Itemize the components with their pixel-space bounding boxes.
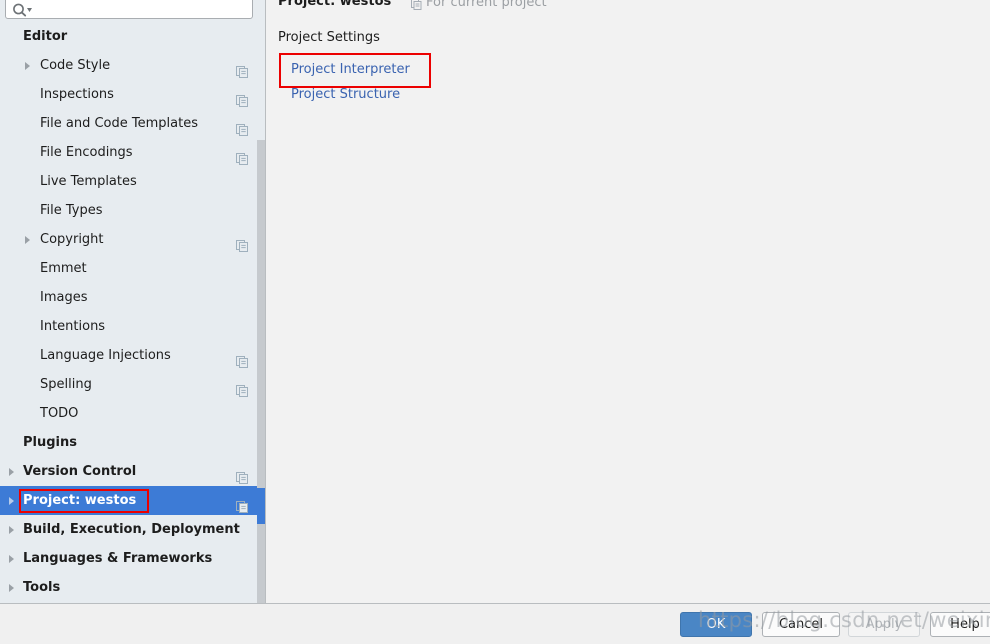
sidebar-item-intentions[interactable]: Intentions (0, 312, 265, 341)
settings-sidebar: Editor Code Style Inspections File and Code… (0, 0, 266, 603)
copy-settings-icon[interactable] (236, 147, 248, 165)
sidebar-item-project-westos[interactable]: Project: westos (0, 486, 265, 515)
expand-arrow-icon[interactable] (9, 468, 14, 476)
expand-arrow-icon[interactable] (9, 497, 14, 505)
sidebar-scrollbar-thumb[interactable] (257, 488, 265, 524)
search-input[interactable] (36, 2, 248, 18)
sidebar-item-label: Images (40, 290, 88, 305)
sidebar-item-label: Inspections (40, 87, 114, 102)
sidebar-item-label: File Types (40, 203, 103, 218)
copy-settings-icon[interactable] (236, 234, 248, 252)
link-project-interpreter[interactable]: Project Interpreter (291, 62, 410, 77)
copy-settings-icon[interactable] (236, 60, 248, 78)
copy-settings-icon[interactable] (236, 350, 248, 368)
sidebar-item-images[interactable]: Images (0, 283, 265, 312)
sidebar-item-label: Emmet (40, 261, 87, 276)
sidebar-item-code-style[interactable]: Code Style (0, 51, 265, 80)
sidebar-item-label: Tools (23, 580, 61, 595)
copy-settings-icon (411, 0, 422, 10)
copy-settings-icon[interactable] (236, 118, 248, 136)
sidebar-item-tools[interactable]: Tools (0, 573, 265, 602)
expand-arrow-icon[interactable] (25, 236, 30, 244)
sidebar-item-copyright[interactable]: Copyright (0, 225, 265, 254)
sidebar-item-label: File and Code Templates (40, 116, 198, 131)
sidebar-item-emmet[interactable]: Emmet (0, 254, 265, 283)
settings-content-panel: Project: westos For current project Proj… (266, 0, 990, 603)
sidebar-item-label: Project: westos (23, 493, 137, 508)
settings-dialog: Editor Code Style Inspections File and Code… (0, 0, 990, 644)
sidebar-item-label: Language Injections (40, 348, 171, 363)
sidebar-item-label: Languages & Frameworks (23, 551, 213, 566)
sidebar-scrollbar-track[interactable] (257, 140, 265, 603)
cancel-button[interactable]: Cancel (762, 612, 840, 637)
dialog-button-bar: OK Cancel Apply Help (0, 603, 990, 644)
expand-arrow-icon[interactable] (9, 526, 14, 534)
expand-arrow-icon[interactable] (9, 584, 14, 592)
apply-button: Apply (848, 612, 920, 637)
sidebar-item-build-execution-deployment[interactable]: Build, Execution, Deployment (0, 515, 265, 544)
sidebar-item-language-injections[interactable]: Language Injections (0, 341, 265, 370)
sidebar-item-file-encodings[interactable]: File Encodings (0, 138, 265, 167)
sidebar-item-editor[interactable]: Editor (0, 22, 265, 51)
copy-settings-icon[interactable] (236, 379, 248, 397)
sidebar-item-label: TODO (40, 406, 79, 421)
help-button[interactable]: Help (930, 612, 990, 637)
sidebar-item-languages-frameworks[interactable]: Languages & Frameworks (0, 544, 265, 573)
project-settings-heading: Project Settings (278, 30, 380, 45)
sidebar-item-label: Version Control (23, 464, 137, 479)
copy-settings-icon[interactable] (236, 495, 248, 513)
sidebar-item-file-and-code-templates[interactable]: File and Code Templates (0, 109, 265, 138)
dialog-body: Editor Code Style Inspections File and Code… (0, 0, 990, 603)
sidebar-item-label: Build, Execution, Deployment (23, 522, 240, 537)
page-title: Project: westos (278, 0, 392, 9)
sidebar-item-live-templates[interactable]: Live Templates (0, 167, 265, 196)
search-icon[interactable] (12, 3, 34, 17)
expand-arrow-icon[interactable] (25, 62, 30, 70)
settings-tree[interactable]: Editor Code Style Inspections File and Code… (0, 22, 265, 603)
link-project-structure[interactable]: Project Structure (291, 87, 400, 102)
sidebar-item-label: Editor (23, 29, 68, 44)
sidebar-item-label: Copyright (40, 232, 104, 247)
copy-settings-icon[interactable] (236, 466, 248, 484)
copy-settings-icon[interactable] (236, 89, 248, 107)
sidebar-item-label: Intentions (40, 319, 106, 334)
sidebar-item-label: File Encodings (40, 145, 133, 160)
for-current-project-text: For current project (426, 0, 547, 10)
sidebar-item-label: Plugins (23, 435, 77, 450)
sidebar-item-plugins[interactable]: Plugins (0, 428, 265, 457)
sidebar-item-label: Live Templates (40, 174, 137, 189)
sidebar-item-file-types[interactable]: File Types (0, 196, 265, 225)
sidebar-item-spelling[interactable]: Spelling (0, 370, 265, 399)
for-current-project-label: For current project (411, 0, 547, 10)
sidebar-item-version-control[interactable]: Version Control (0, 457, 265, 486)
search-box[interactable] (5, 0, 253, 19)
sidebar-item-label: Code Style (40, 58, 111, 73)
sidebar-item-inspections[interactable]: Inspections (0, 80, 265, 109)
ok-button[interactable]: OK (680, 612, 752, 637)
sidebar-item-label: Spelling (40, 377, 92, 392)
sidebar-item-todo[interactable]: TODO (0, 399, 265, 428)
expand-arrow-icon[interactable] (9, 555, 14, 563)
